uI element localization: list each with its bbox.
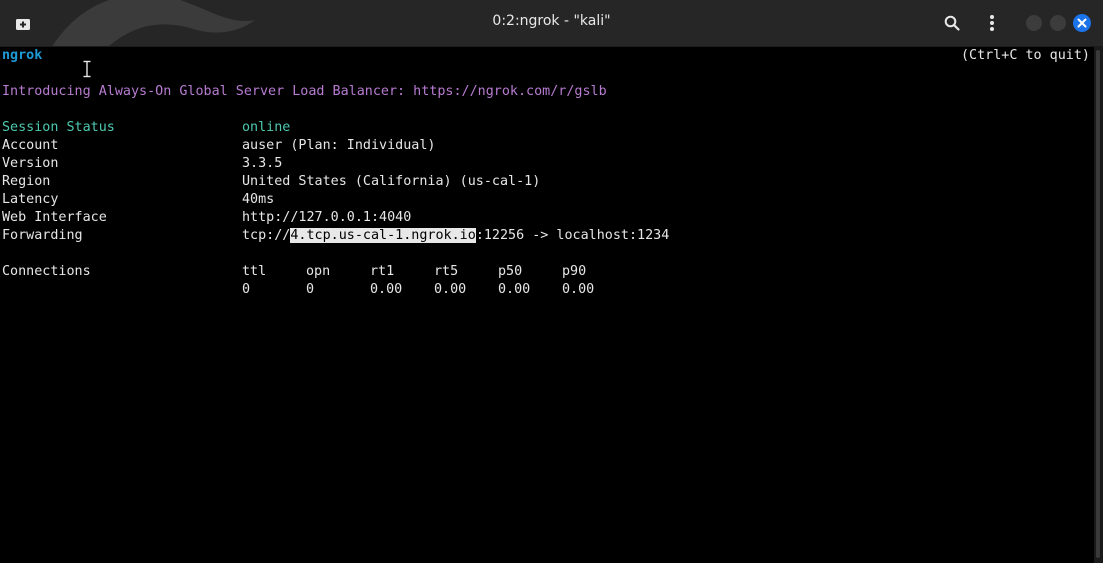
version-label: Version [2,156,59,171]
search-button[interactable] [941,12,963,34]
announcement-line: Introducing Always-On Global Server Load… [2,84,607,99]
conn-header-ttl: ttl [242,264,267,279]
region-value: United States (California) (us-cal-1) [242,174,541,189]
text-cursor-icon [83,60,91,78]
window-titlebar: 0:2:ngrok - "kali" [0,0,1103,47]
conn-value-p50: 0.00 [498,282,531,297]
conn-header-rt5: rt5 [434,264,459,279]
conn-value-rt1: 0.00 [370,282,403,297]
close-icon [1077,18,1087,28]
conn-value-ttl: 0 [242,282,251,297]
connections-label: Connections [2,264,91,279]
conn-value-p90: 0.00 [562,282,595,297]
minimize-button[interactable] [1026,15,1042,31]
forwarding-value[interactable]: tcp://4.tcp.us-cal-1.ngrok.io:12256 -> l… [242,227,669,245]
session-status-value: online [242,120,291,135]
account-value: auser (Plan: Individual) [242,138,436,153]
web-interface-label: Web Interface [2,210,107,225]
conn-value-opn: 0 [306,282,315,297]
conn-header-p50: p50 [498,264,523,279]
kebab-menu-icon [990,15,994,31]
forwarding-suffix: :12256 -> localhost:1234 [475,228,670,243]
forwarding-host-selected[interactable]: 4.tcp.us-cal-1.ngrok.io [290,228,476,243]
maximize-button[interactable] [1050,15,1066,31]
conn-header-rt1: rt1 [370,264,395,279]
account-label: Account [2,138,59,153]
scrollbar-thumb[interactable] [1096,50,1100,558]
session-status-label: Session Status [2,120,115,135]
menu-button[interactable] [982,12,1002,34]
conn-value-rt5: 0.00 [434,282,467,297]
conn-header-opn: opn [306,264,331,279]
window-title: 0:2:ngrok - "kali" [492,13,611,29]
latency-value: 40ms [242,192,275,207]
quit-hint: (Ctrl+C to quit) [961,48,1090,63]
search-icon [944,15,960,31]
close-button[interactable] [1073,14,1091,32]
ngrok-app-name: ngrok [2,48,43,63]
latency-label: Latency [2,192,59,207]
conn-header-p90: p90 [562,264,587,279]
version-value: 3.3.5 [242,156,283,171]
region-label: Region [2,174,51,189]
forwarding-label: Forwarding [2,228,83,243]
web-interface-value[interactable]: http://127.0.0.1:4040 [242,209,411,227]
forwarding-prefix: tcp:// [242,228,291,243]
